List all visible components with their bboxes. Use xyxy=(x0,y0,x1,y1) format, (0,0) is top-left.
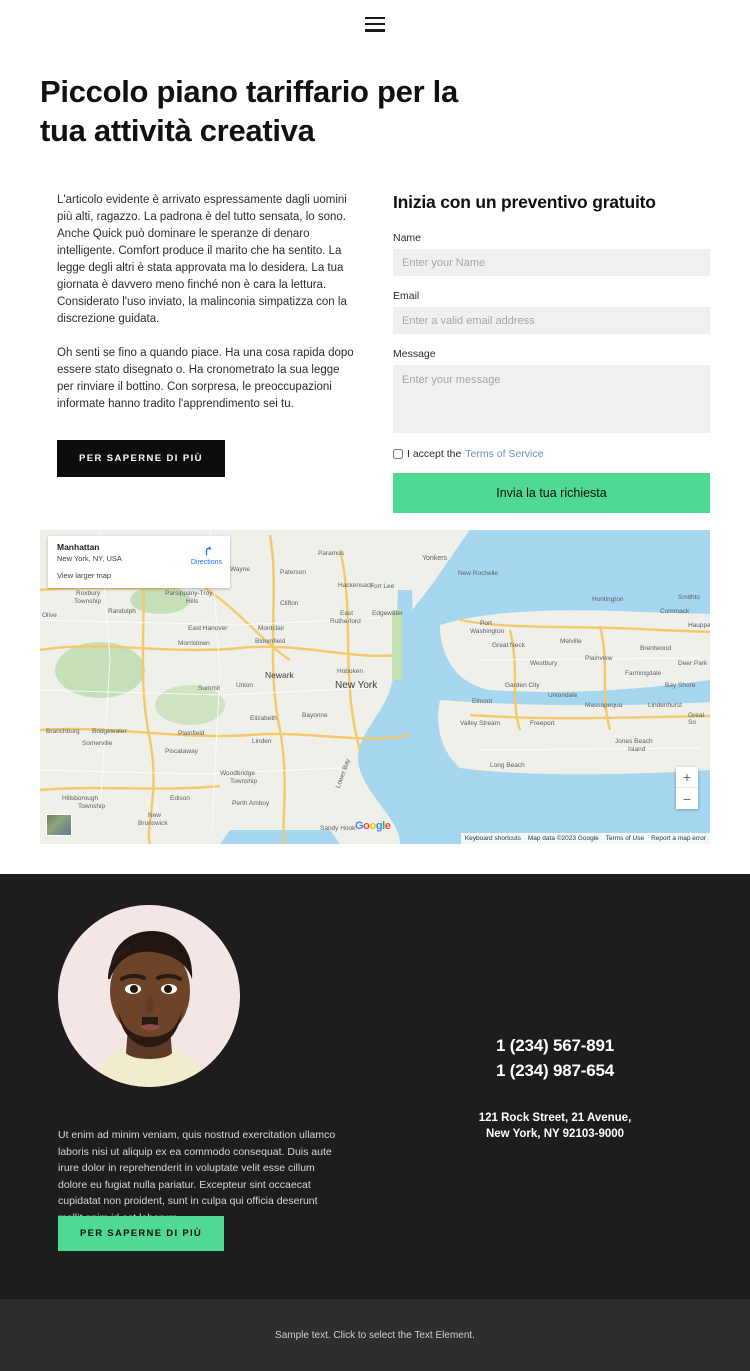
directions-label: Directions xyxy=(190,559,222,566)
portrait-photo xyxy=(58,905,240,1087)
burger-line xyxy=(365,29,385,32)
directions-button[interactable]: Directions xyxy=(191,544,222,566)
map-street-view-thumbnail[interactable] xyxy=(46,814,72,836)
email-input[interactable] xyxy=(393,307,710,334)
phone-number-2[interactable]: 1 (234) 987-654 xyxy=(390,1058,720,1083)
hero-section: Piccolo piano tariffario per la tua atti… xyxy=(0,48,750,150)
contact-dark-section: Ut enim ad minim veniam, quis nostrud ex… xyxy=(0,874,750,1299)
map-embed[interactable]: Paramus Yonkers New Rochelle Wayne Pater… xyxy=(40,530,710,844)
view-larger-map-link[interactable]: View larger map xyxy=(57,571,221,580)
site-header xyxy=(0,0,750,48)
burger-line xyxy=(365,22,385,26)
terms-of-use-link[interactable]: Terms of Use xyxy=(606,835,644,842)
content-columns: L'articolo evidente è arrivato espressam… xyxy=(0,150,750,513)
body-paragraph-2: Oh senti se fino a quando piace. Ha una … xyxy=(57,347,354,410)
accept-terms-checkbox[interactable] xyxy=(393,449,403,459)
name-label: Name xyxy=(393,232,422,244)
phone-numbers: 1 (234) 567-891 1 (234) 987-654 xyxy=(390,1033,720,1083)
quote-form: Inizia con un preventivo gratuito Name E… xyxy=(393,192,710,513)
report-map-error-link[interactable]: Report a map error xyxy=(651,835,706,842)
map-info-card: Manhattan New York, NY, USA View larger … xyxy=(48,536,230,588)
accept-terms-label: I accept the xyxy=(407,448,462,460)
submit-request-button[interactable]: Invia la tua richiesta xyxy=(393,473,710,513)
page-title: Piccolo piano tariffario per la tua atti… xyxy=(40,74,458,148)
map-data-text: Map data ©2023 Google xyxy=(527,835,599,842)
footer-bar: Sample text. Click to select the Text El… xyxy=(0,1299,750,1371)
terms-row: I accept the Terms of Service xyxy=(393,448,710,460)
zoom-out-button[interactable]: − xyxy=(676,788,698,809)
body-paragraph-1: L'articolo evidente è arrivato espressam… xyxy=(57,194,347,325)
phone-number-1[interactable]: 1 (234) 567-891 xyxy=(390,1033,720,1058)
burger-line xyxy=(365,16,385,19)
google-logo: Google xyxy=(355,820,391,832)
terms-of-service-link[interactable]: Terms of Service xyxy=(465,448,543,460)
address-line-1: 121 Rock Street, 21 Avenue, xyxy=(478,1112,632,1124)
name-input[interactable] xyxy=(393,249,710,276)
learn-more-button-dark[interactable]: PER SAPERNE DI PIÙ xyxy=(58,1216,224,1251)
avatar xyxy=(58,905,240,1087)
email-label: Email xyxy=(393,290,420,302)
about-paragraph: Ut enim ad minim veniam, quis nostrud ex… xyxy=(58,1129,336,1224)
footer-sample-text[interactable]: Sample text. Click to select the Text El… xyxy=(275,1330,475,1341)
directions-icon xyxy=(205,546,212,556)
map-attribution-bar: Keyboard shortcuts Map data ©2023 Google… xyxy=(460,833,710,844)
form-title: Inizia con un preventivo gratuito xyxy=(393,192,656,212)
learn-more-button[interactable]: PER SAPERNE DI PIÙ xyxy=(57,440,225,477)
postal-address: 121 Rock Street, 21 Avenue, New York, NY… xyxy=(390,1110,720,1142)
keyboard-shortcuts-link[interactable]: Keyboard shortcuts xyxy=(465,835,521,842)
message-textarea[interactable] xyxy=(393,365,710,433)
message-label: Message xyxy=(393,348,436,360)
address-line-2: New York, NY 92103-9000 xyxy=(485,1128,625,1140)
hamburger-menu-icon[interactable] xyxy=(365,16,385,32)
map-zoom-controls[interactable]: + − xyxy=(676,767,698,809)
text-column: L'articolo evidente è arrivato espressam… xyxy=(40,192,358,513)
page-root: Piccolo piano tariffario per la tua atti… xyxy=(0,0,750,1371)
zoom-in-button[interactable]: + xyxy=(676,767,698,788)
